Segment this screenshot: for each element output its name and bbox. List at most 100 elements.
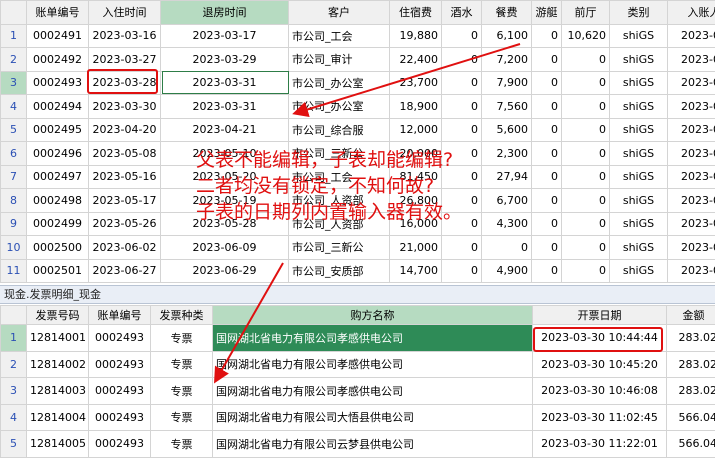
table-cell[interactable]: 0 (531, 164, 562, 189)
table-row[interactable]: 10 0002500 2023-06-02 2023-06-09 市公司_三新公 21,0… (0, 235, 715, 260)
table-cell[interactable]: 2023-03-16 (88, 23, 161, 48)
table-cell[interactable]: 0002497 (26, 164, 89, 189)
row-number[interactable]: 9 (0, 211, 27, 236)
table-cell[interactable]: 2023-05-26 (88, 211, 161, 236)
table-cell[interactable]: 市公司_安质部 (288, 258, 390, 283)
table-cell[interactable]: 0002493 (88, 324, 151, 352)
table-cell[interactable]: 2023-05-16 (88, 164, 161, 189)
table-cell[interactable]: 0002493 (88, 430, 151, 458)
table-cell[interactable]: 0 (561, 117, 610, 142)
table-cell[interactable]: shiGS (609, 70, 668, 95)
table-cell[interactable]: 0 (561, 94, 610, 119)
column-header-selected[interactable]: 购方名称 (212, 305, 533, 325)
table-cell[interactable]: 0 (531, 258, 562, 283)
table-row[interactable]: 5 12814005 0002493 专票 国网湖北省电力有限公司云梦县供电公司 2023… (0, 430, 715, 458)
table-row[interactable]: 4 0002494 2023-03-30 2023-03-31 市公司_办公室 18,90… (0, 94, 715, 119)
table-cell[interactable]: 0 (531, 211, 562, 236)
table-cell[interactable]: 0002498 (26, 188, 89, 213)
table-cell[interactable]: 27,94 (481, 164, 532, 189)
table-cell[interactable]: 市公司_办公室 (288, 94, 390, 119)
table-cell[interactable]: 0 (441, 47, 482, 72)
table-cell[interactable]: 0 (441, 164, 482, 189)
row-number[interactable]: 11 (0, 258, 27, 283)
table-row[interactable]: 3 12814003 0002493 专票 国网湖北省电力有限公司孝感供电公司 2023-… (0, 377, 715, 405)
table-cell[interactable]: 10,620 (561, 23, 610, 48)
table-cell[interactable]: shiGS (609, 117, 668, 142)
table-cell[interactable]: 0 (561, 235, 610, 260)
table-cell[interactable]: 0 (531, 70, 562, 95)
table-cell[interactable]: 专票 (150, 403, 213, 431)
table-cell[interactable]: 0002499 (26, 211, 89, 236)
table-cell[interactable]: 市公司_人资部 (288, 188, 390, 213)
table-cell[interactable]: 0002493 (88, 403, 151, 431)
table-cell[interactable]: 0 (441, 23, 482, 48)
table-cell[interactable]: 2023-03-17 (160, 23, 289, 48)
table-cell[interactable]: 0 (561, 211, 610, 236)
table-cell[interactable]: 2023-05-10 (160, 141, 289, 166)
table-row[interactable]: 3 0002493 2023-03-28 2023-03-31 市公司_办公室 23,70… (0, 70, 715, 95)
table-cell[interactable]: shiGS (609, 94, 668, 119)
table-cell[interactable]: 2023-05 (667, 211, 715, 236)
table-cell[interactable]: 0 (481, 235, 532, 260)
column-header[interactable]: 类别 (609, 0, 668, 25)
table-cell[interactable]: 国网湖北省电力有限公司孝感供电公司 (212, 350, 533, 378)
table-cell[interactable]: 0 (561, 188, 610, 213)
table-cell[interactable]: 2023-07 (667, 258, 715, 283)
table-cell[interactable]: 2023-05-08 (88, 141, 161, 166)
table-cell[interactable]: 21,000 (389, 235, 442, 260)
table-cell[interactable]: 2023-03-28 (88, 70, 161, 95)
table-cell[interactable]: 2023-03-31 (160, 94, 289, 119)
table-row[interactable]: 6 0002496 2023-05-08 2023-05-10 市公司_三新公 20,00… (0, 141, 715, 166)
row-number[interactable]: 6 (0, 141, 27, 166)
table-cell[interactable]: 0 (441, 258, 482, 283)
column-header[interactable]: 发票号码 (26, 305, 89, 325)
table-cell[interactable]: 0 (531, 117, 562, 142)
table-cell[interactable]: 0002493 (26, 70, 89, 95)
table-cell[interactable]: 专票 (150, 430, 213, 458)
table-cell[interactable]: 20,000 (389, 141, 442, 166)
table-cell[interactable]: 0 (531, 23, 562, 48)
table-row[interactable]: 1 0002491 2023-03-16 2023-03-17 市公司_工会 19,880… (0, 23, 715, 48)
table-cell[interactable]: 2023-03-30 10:46:08 (532, 377, 667, 405)
table-cell[interactable]: 7,200 (481, 47, 532, 72)
table-cell[interactable]: 0 (441, 117, 482, 142)
row-number[interactable]: 8 (0, 188, 27, 213)
table-cell[interactable]: 0 (441, 235, 482, 260)
table-cell[interactable]: 专票 (150, 350, 213, 378)
row-number[interactable]: 5 (0, 117, 27, 142)
table-cell[interactable]: 7,900 (481, 70, 532, 95)
column-header[interactable]: 金额 (666, 305, 715, 325)
row-number[interactable]: 5 (0, 430, 27, 458)
table-cell[interactable]: shiGS (609, 47, 668, 72)
table-cell[interactable]: 2023-04-21 (160, 117, 289, 142)
table-cell[interactable]: 国网湖北省电力有限公司大悟县供电公司 (212, 403, 533, 431)
column-header[interactable]: 前厅 (561, 0, 610, 25)
table-cell[interactable]: 2023-05-19 (160, 188, 289, 213)
table-cell[interactable]: 市公司_人资部 (288, 211, 390, 236)
table-cell[interactable]: 0 (561, 141, 610, 166)
table-cell[interactable]: 18,900 (389, 94, 442, 119)
row-number[interactable]: 3 (0, 70, 27, 95)
table-cell[interactable]: shiGS (609, 258, 668, 283)
table-cell[interactable]: 26,800 (389, 188, 442, 213)
table-cell[interactable]: 2023-03-27 (88, 47, 161, 72)
row-number[interactable]: 7 (0, 164, 27, 189)
table-cell[interactable]: 0002494 (26, 94, 89, 119)
column-header[interactable]: 账单编号 (88, 305, 151, 325)
table-cell[interactable]: 0 (561, 70, 610, 95)
table-cell[interactable]: 2023-03 (667, 23, 715, 48)
table-cell[interactable]: 2023-06 (667, 235, 715, 260)
table-cell[interactable]: 2023-03-30 10:44:44 (532, 324, 667, 352)
table-cell[interactable]: 0002501 (26, 258, 89, 283)
table-cell[interactable]: 0 (561, 47, 610, 72)
table-row[interactable]: 7 0002497 2023-05-16 2023-05-20 市公司_工会 81,450… (0, 164, 715, 189)
table-cell[interactable]: 6,100 (481, 23, 532, 48)
column-header[interactable]: 账单编号 (26, 0, 89, 25)
row-number[interactable]: 10 (0, 235, 27, 260)
table-cell[interactable]: shiGS (609, 141, 668, 166)
table-cell[interactable]: 0002496 (26, 141, 89, 166)
column-header[interactable]: 开票日期 (532, 305, 667, 325)
table-cell[interactable]: 0 (531, 141, 562, 166)
table-row[interactable]: 2 0002492 2023-03-27 2023-03-29 市公司_审计 22,400… (0, 47, 715, 72)
table-cell[interactable]: 7,560 (481, 94, 532, 119)
